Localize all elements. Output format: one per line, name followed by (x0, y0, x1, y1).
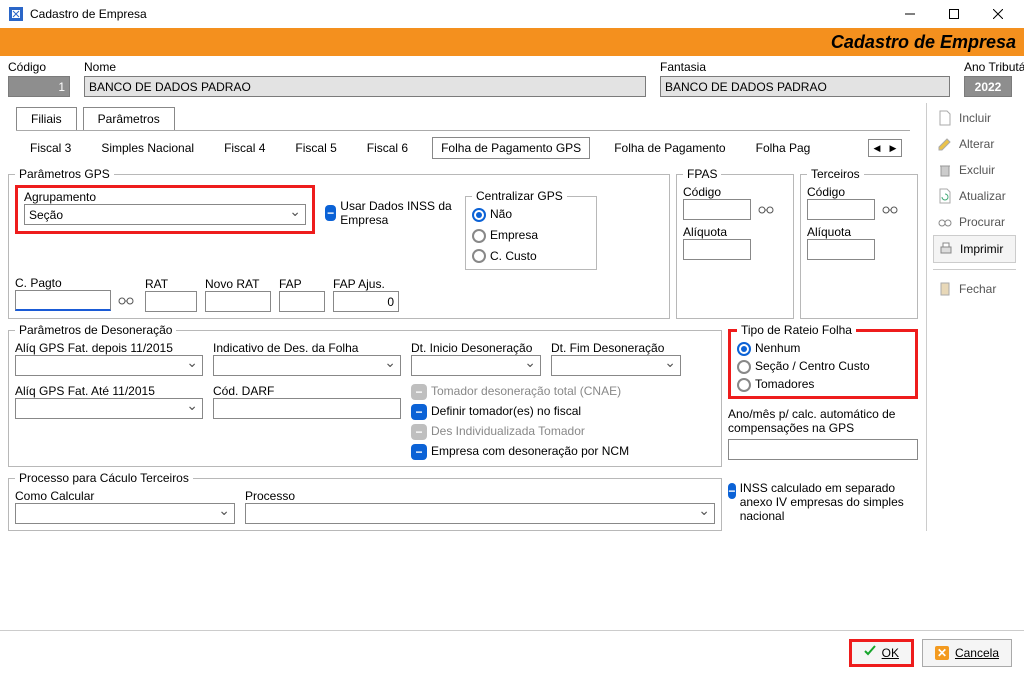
proc-legend: Processo para Cáculo Terceiros (15, 471, 193, 485)
usar-dados-label: Usar Dados INSS da Empresa (340, 199, 455, 227)
aliq-ate-combo[interactable] (15, 398, 203, 419)
terc-lookup[interactable] (879, 199, 901, 221)
rateio-tomadores[interactable] (737, 378, 751, 392)
nome-label: Nome (84, 60, 646, 74)
cpagto-lookup[interactable] (115, 290, 137, 312)
chk-tomador-total[interactable] (411, 384, 427, 400)
rateio-nenhum[interactable] (737, 342, 751, 356)
refresh-icon (937, 188, 953, 204)
side-fechar[interactable]: Fechar (933, 276, 1016, 302)
fantasia-label: Fantasia (660, 60, 950, 74)
novorat-input[interactable] (205, 291, 271, 312)
codigo-label: Código (8, 60, 70, 74)
door-icon (937, 281, 953, 297)
fpas-lookup[interactable] (755, 199, 777, 221)
anomes-input[interactable] (728, 439, 918, 460)
fpas-legend: FPAS (683, 167, 721, 181)
tab-fiscal6[interactable]: Fiscal 6 (361, 137, 414, 159)
tab-scroll-right[interactable]: ▶ (885, 140, 901, 156)
trash-icon (937, 162, 953, 178)
tab-parametros[interactable]: Parâmetros (83, 107, 175, 130)
chk-deson-ncm[interactable] (411, 444, 427, 460)
codigo-input[interactable] (8, 76, 70, 97)
fpas-aliq-input[interactable] (683, 239, 751, 260)
nome-input[interactable] (84, 76, 646, 97)
edit-icon (937, 136, 953, 152)
minimize-button[interactable] (888, 0, 932, 28)
central-nao[interactable] (472, 208, 486, 222)
fap-input[interactable] (279, 291, 325, 312)
tab-folha-pag2[interactable]: Folha Pag (750, 137, 817, 159)
cpagto-input[interactable] (15, 290, 111, 311)
fpas-codigo-input[interactable] (683, 199, 751, 220)
ano-input[interactable] (964, 76, 1012, 97)
usar-dados-check[interactable] (325, 205, 336, 221)
tab-fiscal4[interactable]: Fiscal 4 (218, 137, 271, 159)
terc-aliq-input[interactable] (807, 239, 875, 260)
app-icon (8, 6, 24, 22)
maximize-button[interactable] (932, 0, 976, 28)
window-title: Cadastro de Empresa (30, 7, 888, 21)
central-ccusto[interactable] (472, 249, 486, 263)
dt-fim-combo[interactable] (551, 355, 681, 376)
side-imprimir[interactable]: Imprimir (933, 235, 1016, 263)
ok-button[interactable]: OK (849, 639, 914, 667)
cancel-button[interactable]: ✕ Cancela (922, 639, 1012, 667)
aliq-depois-combo[interactable] (15, 355, 203, 376)
check-icon (864, 645, 876, 660)
tab-scroll-left[interactable]: ◀ (869, 140, 885, 156)
indic-combo[interactable] (213, 355, 401, 376)
x-icon: ✕ (935, 646, 949, 660)
inss-sep-check[interactable] (728, 483, 736, 499)
chk-definir-tomador[interactable] (411, 404, 427, 420)
fantasia-input[interactable] (660, 76, 950, 97)
tab-folha-pag[interactable]: Folha de Pagamento (608, 137, 731, 159)
anomes-label: Ano/mês p/ calc. automático de compensaç… (728, 407, 918, 435)
central-empresa[interactable] (472, 229, 486, 243)
darf-input[interactable] (213, 398, 401, 419)
terc-codigo-input[interactable] (807, 199, 875, 220)
titlebar: Cadastro de Empresa (0, 0, 1024, 28)
rateio-legend: Tipo de Rateio Folha (737, 323, 856, 337)
rateio-secao[interactable] (737, 360, 751, 374)
deson-legend: Parâmetros de Desoneração (15, 323, 176, 337)
como-combo[interactable] (15, 503, 235, 524)
tab-fiscal3[interactable]: Fiscal 3 (24, 137, 77, 159)
tab-fiscal5[interactable]: Fiscal 5 (289, 137, 342, 159)
printer-icon (938, 241, 954, 257)
tab-filiais[interactable]: Filiais (16, 107, 77, 130)
agrup-label: Agrupamento (24, 190, 306, 204)
inss-sep-label: INSS calculado em separado anexo IV empr… (740, 481, 918, 523)
ano-label: Ano Tributário (964, 60, 1024, 74)
gps-legend: Parâmetros GPS (15, 167, 114, 181)
central-legend: Centralizar GPS (472, 189, 567, 203)
page-icon (937, 110, 953, 126)
close-button[interactable] (976, 0, 1020, 28)
side-alterar[interactable]: Alterar (933, 131, 1016, 157)
terc-legend: Terceiros (807, 167, 864, 181)
tab-simples[interactable]: Simples Nacional (95, 137, 200, 159)
binoculars-icon (937, 214, 953, 230)
fapajus-input[interactable] (333, 291, 399, 312)
side-incluir[interactable]: Incluir (933, 105, 1016, 131)
chk-des-individual[interactable] (411, 424, 427, 440)
processo-combo[interactable] (245, 503, 715, 524)
tab-folha-gps[interactable]: Folha de Pagamento GPS (432, 137, 590, 159)
rat-input[interactable] (145, 291, 197, 312)
header-title: Cadastro de Empresa (831, 32, 1016, 53)
side-procurar[interactable]: Procurar (933, 209, 1016, 235)
side-atualizar[interactable]: Atualizar (933, 183, 1016, 209)
header-bar: Cadastro de Empresa (0, 28, 1024, 56)
dt-ini-combo[interactable] (411, 355, 541, 376)
agrup-combo[interactable]: Seção (24, 204, 306, 225)
side-excluir[interactable]: Excluir (933, 157, 1016, 183)
